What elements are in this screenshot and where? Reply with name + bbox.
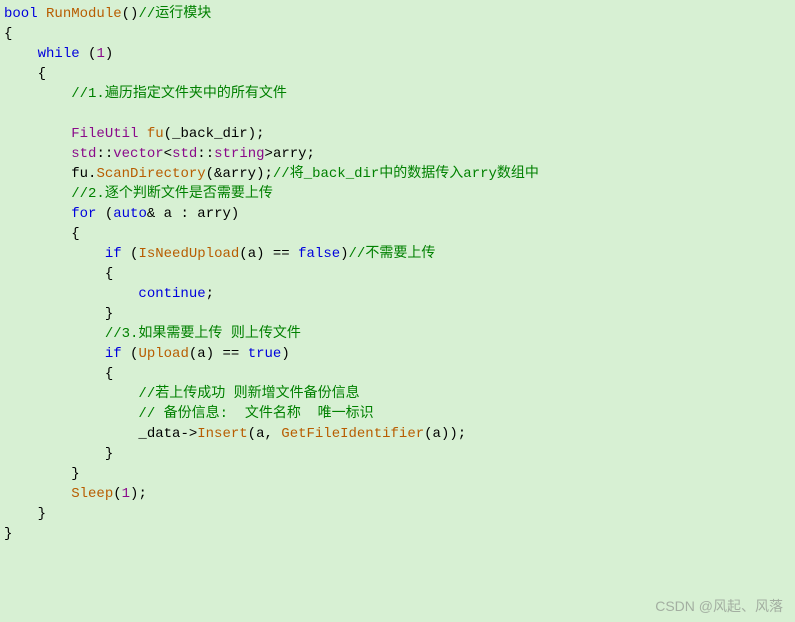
fn: GetFileIdentifier bbox=[281, 426, 424, 442]
obj: fu bbox=[71, 166, 88, 182]
fn-sleep: Sleep bbox=[71, 486, 113, 502]
var: arry bbox=[273, 146, 307, 162]
arg: a bbox=[197, 346, 205, 362]
watermark-label: CSDN @风起、风落 bbox=[655, 596, 783, 616]
var: a bbox=[164, 206, 172, 222]
comment: //运行模块 bbox=[138, 6, 211, 22]
comment: //3.如果需要上传 则上传文件 bbox=[105, 326, 301, 342]
brace: } bbox=[105, 446, 113, 462]
keyword-for: for bbox=[71, 206, 96, 222]
keyword-bool: bool bbox=[4, 6, 38, 22]
fn: IsNeedUpload bbox=[138, 246, 239, 262]
keyword-while: while bbox=[38, 46, 80, 62]
comment: //2.逐个判断文件是否需要上传 bbox=[71, 186, 273, 202]
comment: //1.遍历指定文件夹中的所有文件 bbox=[71, 86, 287, 102]
code-block: bool RunModule()//运行模块 { while (1) { //1… bbox=[4, 4, 791, 544]
brace: } bbox=[71, 466, 79, 482]
brace: { bbox=[105, 366, 113, 382]
fn: Upload bbox=[138, 346, 188, 362]
brace: } bbox=[105, 306, 113, 322]
brace: { bbox=[105, 266, 113, 282]
keyword-if: if bbox=[105, 246, 122, 262]
num: 1 bbox=[122, 486, 130, 502]
arg: a bbox=[256, 426, 264, 442]
comment: //若上传成功 则新增文件备份信息 bbox=[138, 386, 359, 402]
brace: } bbox=[4, 526, 12, 542]
arg: arry bbox=[222, 166, 256, 182]
fn-runmodule: RunModule bbox=[46, 6, 122, 22]
fn: ScanDirectory bbox=[96, 166, 205, 182]
num: 1 bbox=[96, 46, 104, 62]
fn: Insert bbox=[197, 426, 247, 442]
keyword-if: if bbox=[105, 346, 122, 362]
comment: //不需要上传 bbox=[349, 246, 436, 262]
obj: _data bbox=[138, 426, 180, 442]
var: arry bbox=[197, 206, 231, 222]
keyword-continue: continue bbox=[138, 286, 205, 302]
arg: _back_dir bbox=[172, 126, 248, 142]
brace: } bbox=[38, 506, 46, 522]
var: fu bbox=[147, 126, 164, 142]
arg: a bbox=[248, 246, 256, 262]
brace: { bbox=[38, 66, 46, 82]
keyword-true: true bbox=[248, 346, 282, 362]
type-vector: vector bbox=[113, 146, 163, 162]
keyword-auto: auto bbox=[113, 206, 147, 222]
type-fileutil: FileUtil bbox=[71, 126, 138, 142]
brace: { bbox=[4, 26, 12, 42]
comment: // 备份信息: 文件名称 唯一标识 bbox=[138, 406, 373, 422]
brace: { bbox=[71, 226, 79, 242]
keyword-false: false bbox=[298, 246, 340, 262]
comment: //将_back_dir中的数据传入arry数组中 bbox=[273, 166, 539, 182]
type-string: string bbox=[214, 146, 264, 162]
ns: std bbox=[172, 146, 197, 162]
arg: a bbox=[433, 426, 441, 442]
ns: std bbox=[71, 146, 96, 162]
